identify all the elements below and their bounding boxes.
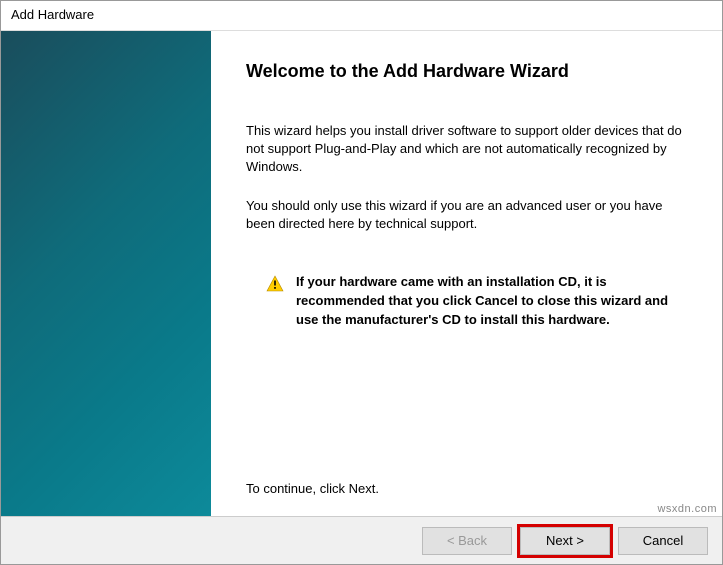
window-title: Add Hardware — [11, 7, 94, 22]
watermark-text: wsxdn.com — [657, 503, 717, 515]
content-area: Welcome to the Add Hardware Wizard This … — [211, 31, 722, 516]
wizard-window: Add Hardware Welcome to the Add Hardware… — [0, 0, 723, 565]
continue-text: To continue, click Next. — [246, 481, 682, 506]
button-bar: < Back Next > Cancel — [1, 516, 722, 564]
page-heading: Welcome to the Add Hardware Wizard — [246, 61, 682, 82]
warning-icon — [266, 275, 284, 296]
side-banner — [1, 31, 211, 516]
wizard-body: Welcome to the Add Hardware Wizard This … — [1, 31, 722, 516]
intro-paragraph-2: You should only use this wizard if you a… — [246, 197, 682, 233]
warning-row: If your hardware came with an installati… — [246, 273, 682, 330]
intro-paragraph-1: This wizard helps you install driver sof… — [246, 122, 682, 177]
warning-text: If your hardware came with an installati… — [296, 273, 682, 330]
back-button[interactable]: < Back — [422, 527, 512, 555]
titlebar: Add Hardware — [1, 1, 722, 31]
cancel-button[interactable]: Cancel — [618, 527, 708, 555]
next-button[interactable]: Next > — [520, 527, 610, 555]
